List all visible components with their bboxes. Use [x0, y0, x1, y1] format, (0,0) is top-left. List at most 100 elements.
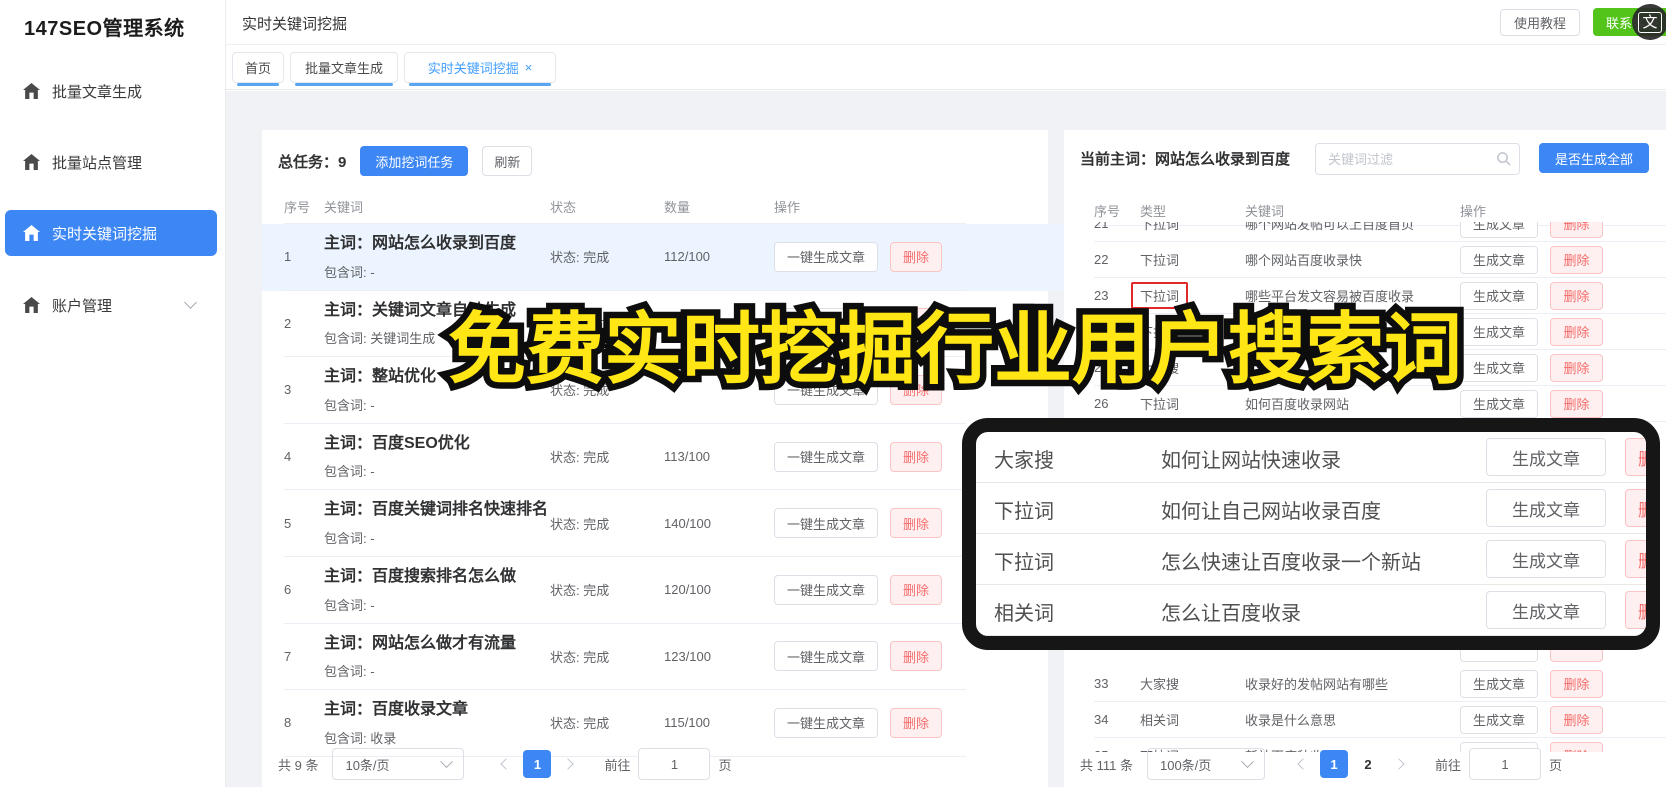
table-row[interactable]: 23 下拉词 哪些平台发文容易被百度收录 生成文章 删除: [1094, 278, 1666, 314]
keywords-pagination: 共 111 条 100条/页 1 2 前往 页: [1080, 748, 1562, 780]
goto-label: 前往: [1434, 757, 1461, 773]
generate-article-button: 生成文章: [1486, 438, 1606, 476]
delete-button[interactable]: 删除: [890, 241, 942, 272]
delete-button[interactable]: 删除: [1550, 353, 1603, 382]
col-keyword: 关键词: [1245, 204, 1285, 219]
table-row[interactable]: 26 下拉词 如何百度收录网站 生成文章 删除: [1094, 386, 1666, 422]
page-number-1[interactable]: 1: [1319, 750, 1348, 778]
sidebar-item-account[interactable]: 账户管理: [5, 282, 217, 328]
tab-keyword-mining[interactable]: 实时关键词挖掘 ×: [404, 52, 556, 86]
delete-button[interactable]: 删除: [890, 574, 942, 605]
delete-button[interactable]: 删除: [1550, 245, 1603, 274]
page-number-1[interactable]: 1: [523, 750, 552, 778]
table-row[interactable]: 33 大家搜 收录好的发帖网站有哪些 生成文章 删除: [1094, 666, 1666, 702]
table-row[interactable]: 1 主词：网站怎么收录到百度 包含词: - 状态: 完成 112/100 一键生…: [284, 224, 966, 291]
sidebar-item-batch-article[interactable]: 批量文章生成: [5, 68, 217, 114]
zoom-table-row: 相关词 怎么让百度收录 生成文章 删除: [976, 585, 1646, 636]
row-status: 状态: 完成: [550, 450, 610, 466]
table-row[interactable]: 3 主词：整站优化 包含词: - 状态: 完成 一键生成文章 删除: [284, 357, 966, 424]
generate-article-button[interactable]: 一键生成文章: [774, 574, 878, 605]
row-keyword: 收录好的发帖网站有哪些: [1245, 677, 1389, 692]
delete-button[interactable]: 删除: [1550, 317, 1603, 346]
row-actions: 生成文章 删除: [1460, 705, 1666, 734]
next-page-button[interactable]: [554, 750, 582, 778]
row-actions: 一键生成文章 删除: [774, 574, 966, 605]
main-keyword: 主词：关键词文章自动生成: [324, 301, 517, 319]
add-task-button[interactable]: 添加挖词任务: [360, 146, 469, 176]
generate-article-button[interactable]: 一键生成文章: [774, 508, 878, 539]
delete-button[interactable]: 删除: [890, 308, 942, 339]
generate-article-button[interactable]: 生成文章: [1460, 317, 1538, 346]
row-keyword-cell: 主词：网站怎么收录到百度 包含词: -: [324, 233, 550, 281]
delete-button[interactable]: 删除: [1550, 705, 1603, 734]
chevron-down-icon: [440, 754, 454, 768]
delete-button[interactable]: 删除: [1550, 669, 1603, 698]
generate-article-button[interactable]: 一键生成文章: [774, 308, 878, 339]
keyword-type: 相关词: [994, 603, 1054, 625]
tab-batch-article[interactable]: 批量文章生成: [290, 52, 398, 86]
keyword-type: 下拉词: [994, 552, 1054, 574]
tutorial-button[interactable]: 使用教程: [1500, 9, 1580, 36]
table-row[interactable]: 6 主词：百度搜索排名怎么做 包含词: - 状态: 完成 120/100 一键生…: [284, 557, 966, 624]
generate-article-button[interactable]: 生成文章: [1460, 389, 1538, 418]
delete-button[interactable]: 删除: [1550, 281, 1603, 310]
include-words: 包含词: -: [324, 397, 375, 413]
table-row[interactable]: 21 下拉词 哪个网站发帖可以上百度首页 生成文章 删除: [1094, 222, 1666, 242]
keyword-type: 下拉词: [1140, 222, 1180, 232]
total-count-label: 共 111 条: [1080, 757, 1133, 773]
generate-article-button[interactable]: 一键生成文章: [774, 374, 878, 405]
table-row[interactable]: 24 下拉词 如… 生成文章 删除: [1094, 314, 1666, 350]
generate-article-button[interactable]: 生成文章: [1460, 669, 1538, 698]
delete-button[interactable]: 删除: [890, 641, 942, 672]
delete-button[interactable]: 删除: [890, 508, 942, 539]
keywords-rows-top: 21 下拉词 哪个网站发帖可以上百度首页 生成文章 删除 22 下拉词 哪个网站…: [1064, 222, 1666, 422]
goto-page-input[interactable]: [1469, 748, 1541, 780]
close-icon[interactable]: ×: [525, 60, 533, 75]
row-count: 100/100: [664, 315, 711, 331]
table-row[interactable]: 34 相关词 收录是什么意思 生成文章 删除: [1094, 702, 1666, 738]
page-size-select[interactable]: 100条/页: [1146, 748, 1265, 780]
row-keyword-cell: 主词：百度关键词排名快速排名 包含词: -: [324, 499, 550, 547]
delete-button[interactable]: 删除: [1550, 389, 1603, 418]
sidebar-item-keyword-mining[interactable]: 实时关键词挖掘: [5, 210, 217, 256]
generate-article-button[interactable]: 生成文章: [1460, 222, 1538, 238]
delete-button[interactable]: 删除: [890, 707, 942, 738]
generate-article-button[interactable]: 生成文章: [1460, 705, 1538, 734]
generate-article-button[interactable]: 生成文章: [1460, 245, 1538, 274]
table-row[interactable]: 25 大家搜 … 生成文章 删除: [1094, 350, 1666, 386]
keyword-type: 下拉词: [1140, 397, 1180, 412]
generate-article-button[interactable]: 一键生成文章: [774, 241, 878, 272]
prev-page-button[interactable]: [492, 750, 520, 778]
translate-extension-icon[interactable]: 文: [1632, 4, 1666, 40]
goto-page-input[interactable]: [638, 748, 711, 780]
table-row[interactable]: 22 下拉词 哪个网站百度收录快 生成文章 删除: [1094, 242, 1666, 278]
total-count-label: 共 9 条: [278, 757, 319, 773]
keyword-filter-input[interactable]: [1315, 143, 1520, 175]
col-status: 状态: [550, 200, 577, 215]
table-row[interactable]: 8 主词：百度收录文章 包含词: 收录 状态: 完成 115/100 一键生成文…: [284, 690, 966, 757]
total-tasks-label: 总任务：9: [278, 153, 347, 171]
refresh-button[interactable]: 刷新: [482, 146, 533, 176]
table-row[interactable]: 2 主词：关键词文章自动生成 包含词: 关键词生成 状态: 完成 100/100…: [284, 291, 966, 358]
generate-article-button[interactable]: 生成文章: [1460, 281, 1538, 310]
row-count: 112/100: [664, 249, 711, 265]
generate-article-button[interactable]: 一键生成文章: [774, 707, 878, 738]
delete-button[interactable]: 删除: [890, 441, 942, 472]
sidebar-item-batch-site[interactable]: 批量站点管理: [5, 139, 217, 185]
table-row[interactable]: 5 主词：百度关键词排名快速排名 包含词: - 状态: 完成 140/100 一…: [284, 490, 966, 557]
generate-all-button[interactable]: 是否生成全部: [1539, 143, 1649, 173]
prev-page-button[interactable]: [1289, 750, 1317, 778]
next-page-button[interactable]: [1385, 750, 1413, 778]
delete-button[interactable]: 删除: [890, 374, 942, 405]
table-row[interactable]: 7 主词：网站怎么做才有流量 包含词: - 状态: 完成 123/100 一键生…: [284, 624, 966, 691]
generate-article-button[interactable]: 一键生成文章: [774, 641, 878, 672]
table-row[interactable]: 4 主词：百度SEO优化 包含词: - 状态: 完成 113/100 一键生成文…: [284, 424, 966, 491]
page-number-2[interactable]: 2: [1354, 750, 1382, 778]
generate-article-button[interactable]: 一键生成文章: [774, 441, 878, 472]
tab-home[interactable]: 首页: [232, 52, 284, 86]
row-keyword: 怎么快速让百度收录一个新站: [1161, 552, 1421, 574]
generate-article-button[interactable]: 生成文章: [1460, 353, 1538, 382]
tasks-panel: 总任务：9 添加挖词任务 刷新 序号 关键词 状态 数量 操作 1 主词：网站怎…: [262, 130, 1048, 787]
page-size-select[interactable]: 10条/页: [332, 748, 465, 780]
delete-button[interactable]: 删除: [1550, 222, 1603, 238]
